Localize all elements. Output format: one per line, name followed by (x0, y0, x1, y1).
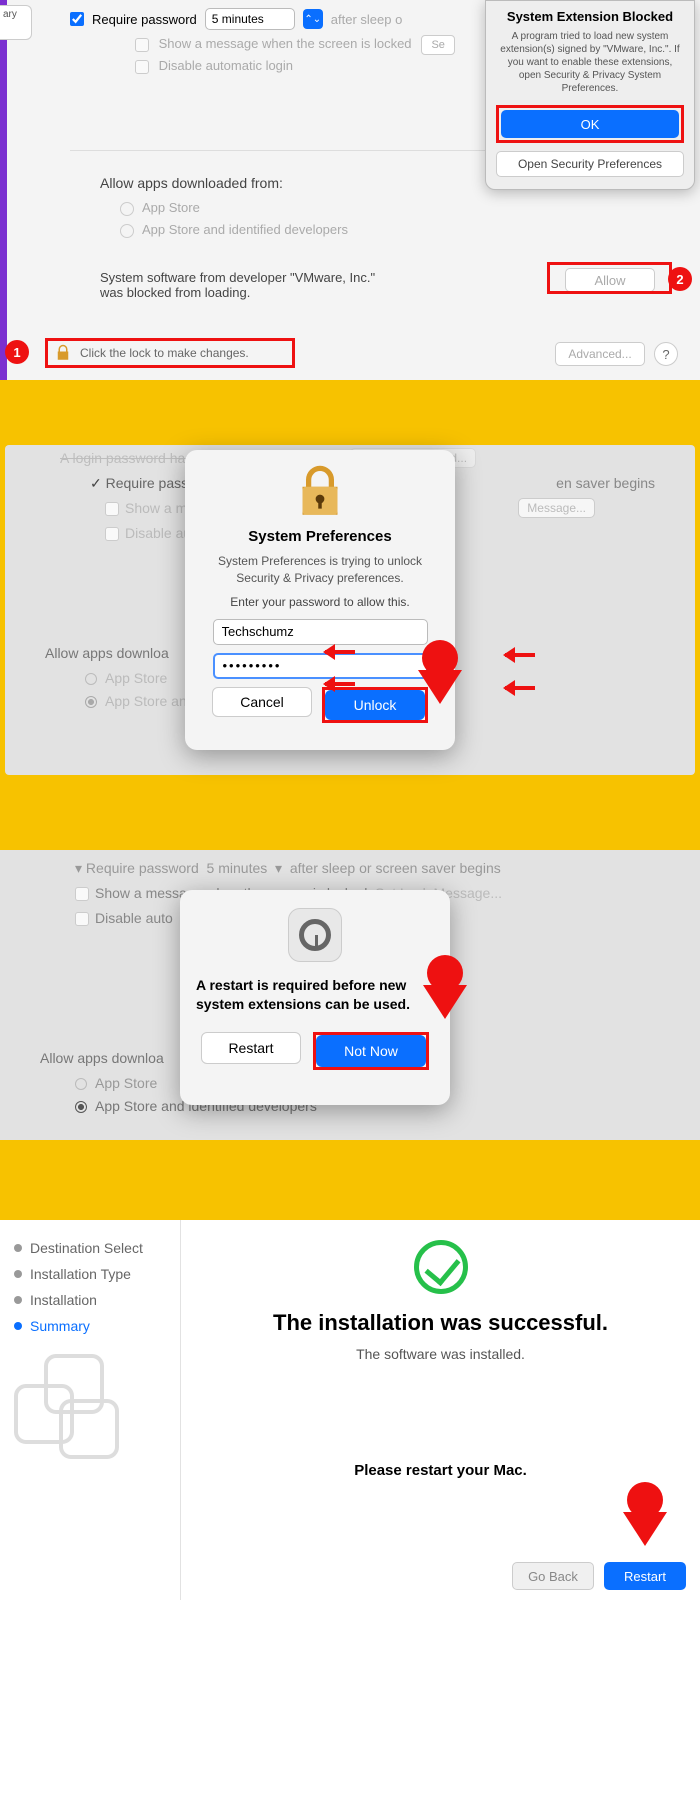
require-password-label: Require password (92, 12, 197, 27)
system-prefs-icon (288, 908, 342, 962)
lock-bar[interactable]: Click the lock to make changes. (45, 338, 295, 368)
annotation-badge-2: 2 (668, 267, 692, 291)
require-password-value: 5 minutes (212, 12, 264, 26)
ok-button[interactable]: OK (501, 110, 679, 138)
bg-require-password: Require password (86, 860, 199, 876)
disable-autologin-checkbox[interactable] (135, 60, 149, 74)
separator-band (0, 1140, 700, 1220)
set-lock-message-button[interactable]: Se (421, 35, 455, 55)
restart-button[interactable]: Restart (201, 1032, 301, 1064)
installer-summary-panel: Destination Select Installation Type Ins… (0, 1220, 700, 1600)
restart-required-panel: ▾ Require password 5 minutes ▾ after sle… (0, 850, 700, 1140)
auth-dialog-title: System Preferences (185, 528, 455, 545)
annotation-arrow-username (495, 648, 535, 662)
annotation-pointer-unlock (415, 640, 465, 720)
disable-autologin-label: Disable automatic login (159, 58, 293, 73)
step-destination-select: Destination Select (14, 1240, 166, 1256)
not-now-button[interactable]: Not Now (316, 1035, 426, 1067)
highlight-box-allow (547, 262, 672, 294)
arrow-pass (315, 677, 355, 691)
annotation-arrow-password (495, 681, 535, 695)
success-subtext: The software was installed. (201, 1346, 680, 1362)
cancel-button[interactable]: Cancel (212, 687, 312, 717)
lock-large-icon (292, 464, 348, 520)
username-field[interactable] (213, 619, 428, 645)
sidebar-art (14, 1354, 124, 1464)
show-message-checkbox[interactable] (135, 38, 149, 52)
step-installation-type: Installation Type (14, 1266, 166, 1282)
annotation-pointer-notnow (420, 955, 470, 1035)
radio-identified-developers[interactable]: App Store and identified developers (120, 222, 348, 238)
bg-disable-autologin: Disable auto (95, 910, 173, 926)
help-button[interactable]: ? (654, 342, 678, 366)
restart-prompt: Please restart your Mac. (201, 1462, 680, 1479)
popup-body: A program tried to load new system exten… (496, 30, 684, 95)
select-stepper-icon[interactable]: ⌃⌄ (303, 9, 323, 29)
unlock-dialog-panel: A login password has been set for this u… (0, 380, 700, 850)
sidebar-tab-fragment: ary (0, 5, 32, 40)
bg-require-password: Require pass (106, 475, 189, 491)
restart-dialog: A restart is required before new system … (180, 890, 450, 1105)
auth-dialog-prompt: Enter your password to allow this. (185, 595, 455, 609)
allow-apps-heading: Allow apps downloaded from: (100, 175, 283, 191)
radio-appstore[interactable]: App Store (120, 200, 200, 216)
highlight-box-ok: OK (496, 105, 684, 143)
open-security-prefs-button[interactable]: Open Security Preferences (496, 151, 684, 177)
bg-radio-appstore: App Store (105, 670, 167, 686)
highlight-box-notnow: Not Now (313, 1032, 429, 1070)
installer-sidebar: Destination Select Installation Type Ins… (0, 1220, 180, 1600)
popup-title: System Extension Blocked (496, 9, 684, 24)
require-password-suffix: after sleep o (331, 12, 403, 27)
restart-dialog-message: A restart is required before new system … (196, 976, 434, 1014)
annotation-pointer-restart (620, 1482, 670, 1562)
require-password-checkbox[interactable] (70, 12, 84, 26)
success-check-icon (414, 1240, 468, 1294)
auth-dialog-message: System Preferences is trying to unlock S… (205, 553, 435, 587)
security-privacy-panel: ary Require password 5 minutes ⌃⌄ after … (0, 0, 700, 380)
go-back-button[interactable]: Go Back (512, 1562, 594, 1590)
bg-require-end: en saver begins (556, 475, 655, 491)
highlight-box-unlock: Unlock (322, 687, 428, 723)
step-installation: Installation (14, 1292, 166, 1308)
extension-blocked-popup: System Extension Blocked A program tried… (485, 0, 695, 190)
require-password-select[interactable]: 5 minutes (205, 8, 295, 30)
success-heading: The installation was successful. (201, 1310, 680, 1336)
blocked-software-note: System software from developer "VMware, … (100, 270, 380, 300)
arrow-user (315, 645, 355, 659)
bg-message-button: Message... (518, 498, 595, 518)
lock-icon (54, 344, 72, 362)
bg-allow-apps-heading: Allow apps downloa (45, 645, 169, 661)
unlock-button[interactable]: Unlock (325, 690, 425, 720)
bg-radio-appstore: App Store (95, 1075, 157, 1091)
window-edge (0, 0, 7, 380)
bg-allow-heading: Allow apps downloa (40, 1050, 164, 1066)
annotation-badge-1: 1 (5, 340, 29, 364)
bg-radio-identified: App Store an (105, 693, 187, 709)
show-message-label: Show a message when the screen is locked (159, 36, 412, 51)
lock-note: Click the lock to make changes. (80, 346, 249, 360)
step-summary: Summary (14, 1318, 166, 1334)
advanced-button[interactable]: Advanced... (555, 342, 645, 366)
